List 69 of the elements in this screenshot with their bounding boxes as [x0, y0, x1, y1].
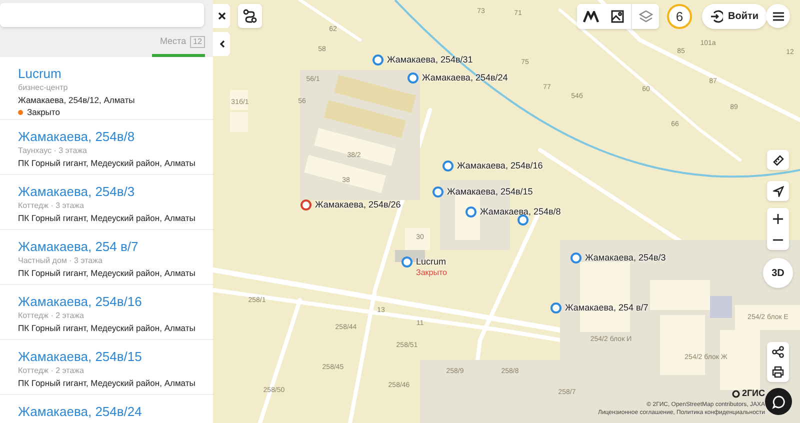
status-text: Закрыто — [27, 106, 60, 118]
pin-label[interactable]: Жамакаева, 254 в/7 — [565, 301, 648, 315]
result-item[interactable]: Жамакаева, 254в/24 — [0, 394, 213, 423]
result-item[interactable]: Lucrum бизнес-центр Жамакаева, 254в/12, Алматы Закрыто — [0, 56, 213, 120]
share-icon — [772, 346, 784, 358]
map-pin[interactable] — [518, 214, 528, 226]
pin-label[interactable]: Жамакаева, 254в/15 — [447, 185, 533, 199]
location-button[interactable] — [767, 181, 789, 201]
result-address: ПК Горный гигант, Медеуский район, Алматы — [18, 266, 195, 280]
result-item[interactable]: Жамакаева, 254в/16 Коттедж · 2 этажа ПК Горный гигант, Медеуский район, Алматы — [0, 284, 213, 340]
result-subtitle: Коттедж · 3 этажа — [18, 200, 85, 212]
chat-bubble-icon — [772, 394, 786, 408]
ruler-icon — [772, 154, 784, 166]
count-badge: 12 — [190, 36, 205, 48]
close-icon — [218, 12, 226, 20]
result-title[interactable]: Жамакаева, 254в/3 — [18, 182, 195, 200]
printer-icon — [772, 366, 784, 378]
result-title[interactable]: Lucrum — [18, 64, 195, 82]
counter-badge[interactable]: 6 — [667, 4, 692, 29]
result-subtitle: Коттедж · 2 этажа — [18, 364, 85, 376]
map-pin[interactable] — [402, 256, 412, 268]
result-item[interactable]: Жамакаева, 254в/15 Коттедж · 2 этажа ПК Горный гигант, Медеуский район, Алматы — [0, 340, 213, 394]
minus-icon — [773, 238, 783, 240]
result-address: Жамакаева, 254в/12, Алматы — [18, 94, 136, 106]
pin-label[interactable]: Жамакаева, 254в/16 — [457, 159, 543, 173]
map-pin[interactable] — [442, 160, 454, 172]
map-pin[interactable] — [372, 54, 384, 66]
collapse-button[interactable] — [213, 32, 230, 56]
layers-icon — [638, 10, 652, 23]
result-title[interactable]: Жамакаева, 254в/15 — [18, 348, 195, 364]
pin-status: Закрыто — [416, 267, 448, 279]
result-item[interactable]: Жамакаева, 254 в/7 Частный дом · 3 этажа ПК Горный гигант, Медеуский район, Алматы — [0, 230, 213, 284]
menu-button[interactable] — [766, 4, 790, 28]
pin-label[interactable]: Жамакаева, 254в/8 — [480, 205, 561, 219]
result-address: ПК Горный гигант, Медеуский район, Алматы — [18, 156, 195, 170]
result-address: ПК Горный гигант, Медеуский район, Алматы — [18, 376, 195, 390]
result-address: ПК Горный гигант, Медеуский район, Алматы — [18, 322, 195, 334]
close-button[interactable] — [213, 4, 230, 28]
route-button[interactable] — [238, 4, 262, 28]
result-title[interactable]: Жамакаева, 254в/16 — [18, 292, 195, 310]
login-icon — [710, 10, 723, 23]
result-subtitle: Таунхаус · 3 этажа — [18, 144, 88, 156]
photo-icon — [611, 10, 624, 23]
pin-label[interactable]: Жамакаева, 254в/3 — [585, 251, 666, 265]
logo-text: 2ГИС — [742, 387, 766, 400]
result-item[interactable]: Жамакаева, 254в/8 Таунхаус · 3 этажа ПК Горный гигант, Медеуский район, Алматы — [0, 120, 213, 174]
route-icon — [243, 9, 257, 23]
map-pin[interactable] — [300, 200, 312, 210]
result-title[interactable]: Жамакаева, 254в/8 — [18, 128, 195, 144]
result-title[interactable]: Жамакаева, 254в/24 — [18, 402, 195, 420]
result-subtitle: Частный дом · 3 этажа — [18, 254, 104, 266]
result-subtitle: Коттедж · 2 этажа — [18, 310, 85, 322]
pin-label[interactable]: Жамакаева, 254в/26 — [315, 198, 401, 212]
chevron-left-icon — [218, 40, 224, 48]
pin-label[interactable]: Lucrum — [416, 255, 446, 269]
result-title[interactable]: Жамакаева, 254 в/7 — [18, 238, 195, 254]
menu-icon — [772, 12, 784, 20]
navigation-arrow-icon — [772, 186, 784, 196]
ruler-button[interactable] — [767, 150, 789, 170]
plus-icon — [773, 214, 783, 224]
map-pin[interactable] — [550, 302, 562, 314]
map-pin[interactable] — [432, 186, 444, 198]
login-button[interactable]: Войти — [702, 4, 767, 29]
logo-icon — [732, 390, 740, 398]
search-field[interactable] — [0, 3, 204, 27]
result-subtitle: бизнес-центр — [18, 82, 69, 94]
result-address: ПК Горный гигант, Медеуский район, Алматы — [18, 212, 195, 224]
result-item[interactable]: Жамакаева, 254в/3 Коттедж · 3 этажа ПК Горный гигант, Медеуский район, Алматы — [0, 174, 213, 230]
metro-icon — [582, 10, 598, 22]
